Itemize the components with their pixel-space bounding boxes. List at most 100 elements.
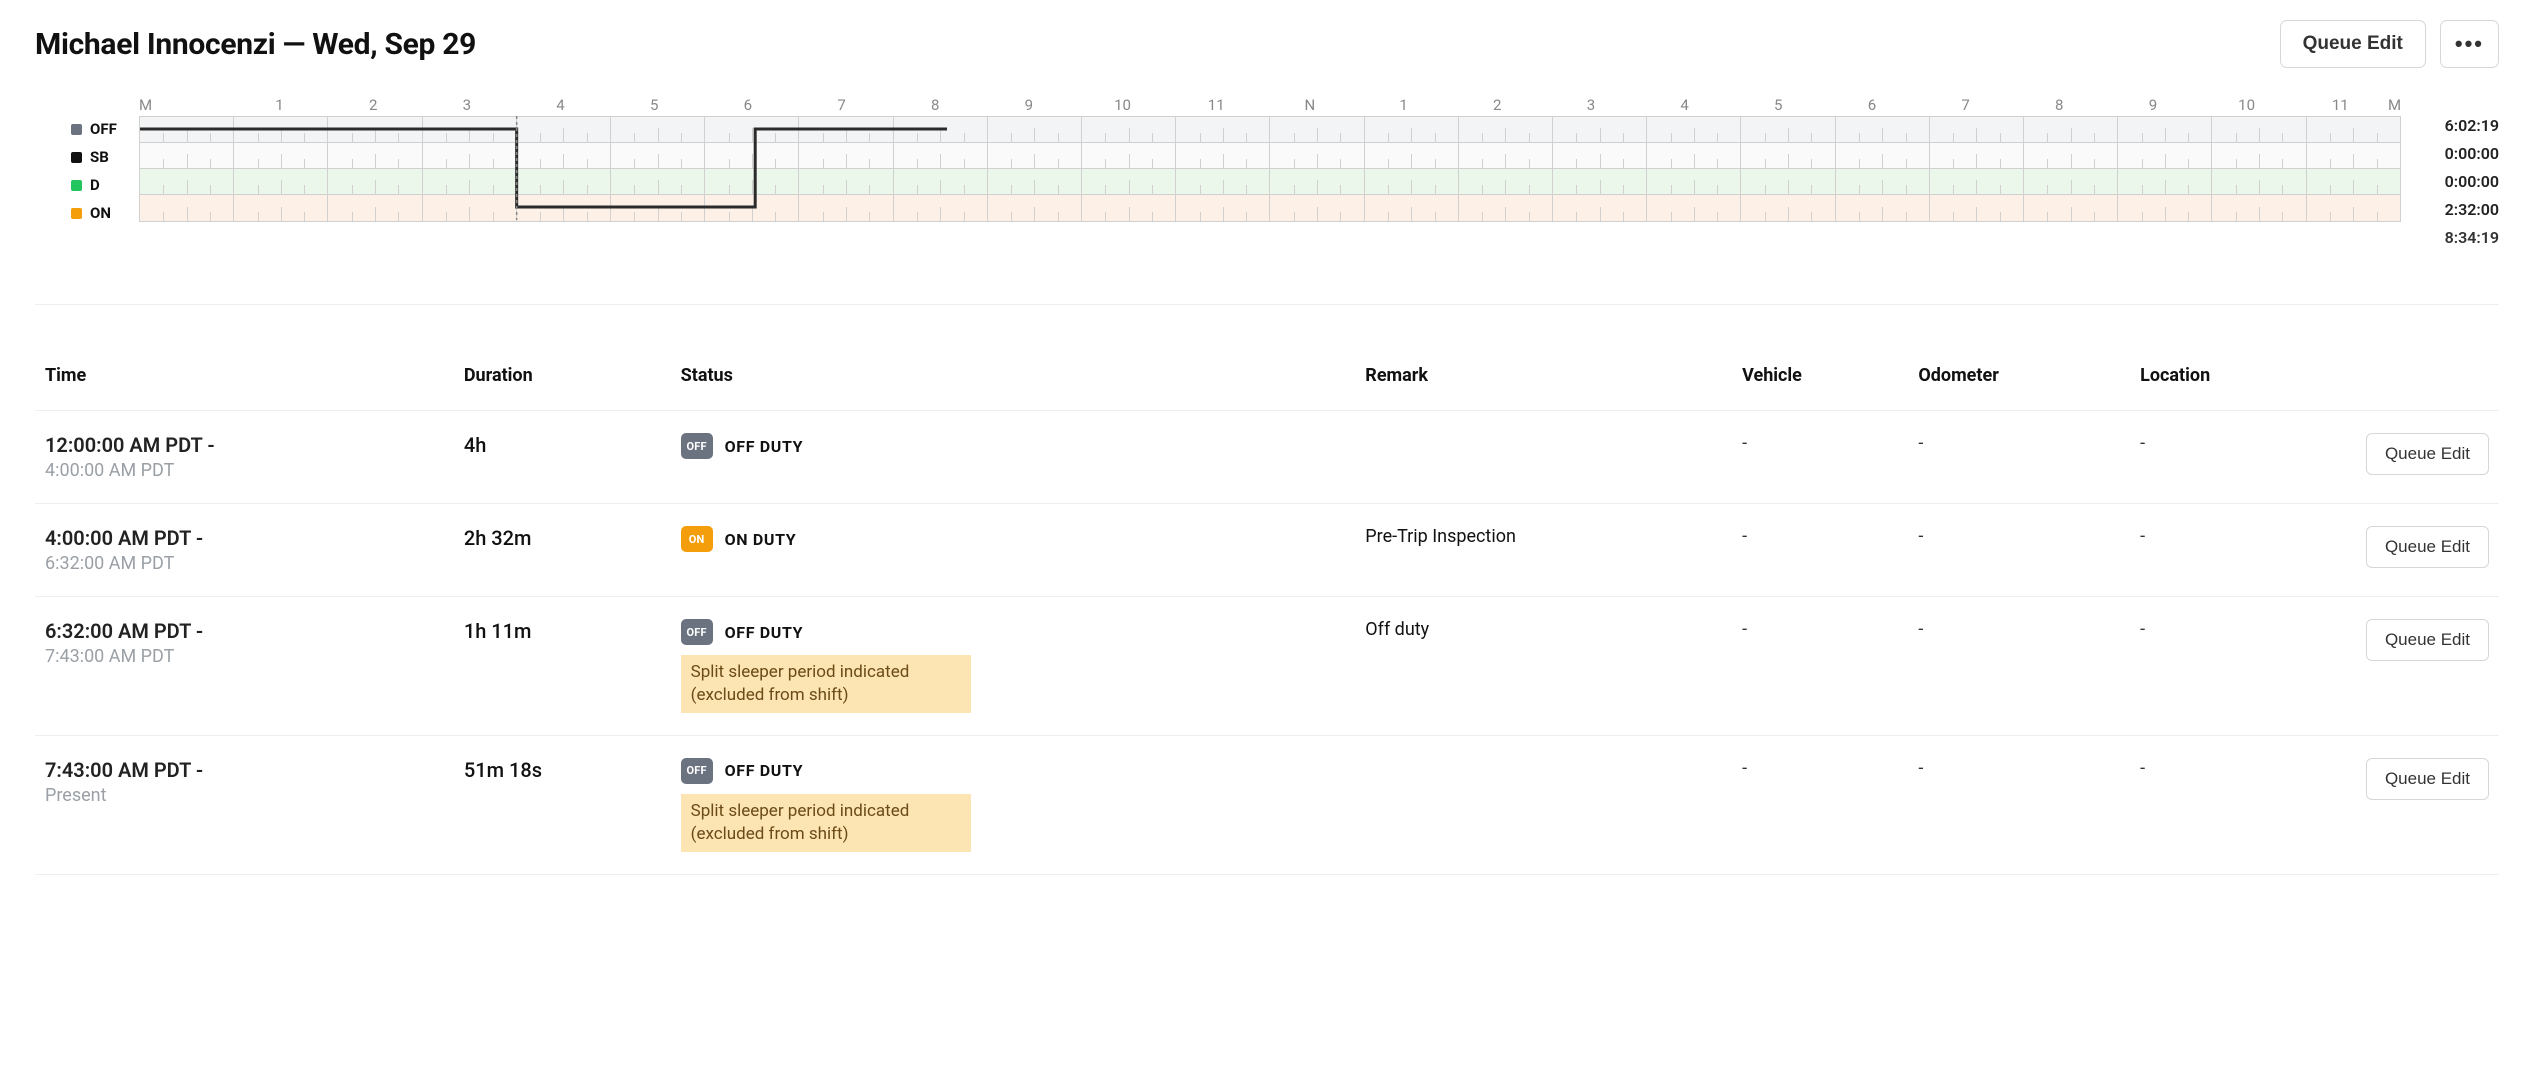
hour-label: 8 bbox=[888, 96, 982, 116]
header-actions: Queue Edit ••• bbox=[2280, 20, 2499, 68]
cell-vehicle: - bbox=[1732, 411, 1908, 504]
cell-vehicle: - bbox=[1732, 735, 1908, 874]
row-queue-edit-button[interactable]: Queue Edit bbox=[2366, 526, 2489, 568]
cell-status: OFFOFF DUTYSplit sleeper period indicate… bbox=[671, 735, 1356, 874]
th-location: Location bbox=[2130, 365, 2329, 411]
graph-row-label-on: ON bbox=[71, 200, 139, 226]
hour-label: 10 bbox=[1076, 96, 1170, 116]
hour-label: 3 bbox=[420, 96, 514, 116]
row-label-text: ON bbox=[90, 204, 111, 222]
lane-on bbox=[140, 195, 2400, 221]
row-queue-edit-button[interactable]: Queue Edit bbox=[2366, 758, 2489, 800]
cell-remark: Off duty bbox=[1355, 597, 1732, 736]
hour-label: 9 bbox=[2106, 96, 2200, 116]
hour-label: 5 bbox=[607, 96, 701, 116]
hour-label: 3 bbox=[1544, 96, 1638, 116]
row-queue-edit-button[interactable]: Queue Edit bbox=[2366, 433, 2489, 475]
more-options-button[interactable]: ••• bbox=[2440, 20, 2499, 68]
cell-location: - bbox=[2130, 597, 2329, 736]
row-label-text: D bbox=[90, 176, 100, 194]
lane-d bbox=[140, 169, 2400, 195]
table-row: 4:00:00 AM PDT -6:32:00 AM PDT2h 32mONON… bbox=[35, 504, 2499, 597]
hour-label: 4 bbox=[514, 96, 608, 116]
cell-duration: 1h 11m bbox=[454, 597, 671, 736]
status-badge: OFF bbox=[681, 758, 713, 784]
duration-d: 0:00:00 bbox=[2401, 172, 2499, 198]
hour-label: 7 bbox=[795, 96, 889, 116]
time-end: 4:00:00 AM PDT bbox=[45, 460, 444, 481]
cell-remark bbox=[1355, 735, 1732, 874]
status-text: OFF DUTY bbox=[725, 437, 804, 456]
table-row: 12:00:00 AM PDT -4:00:00 AM PDT4hOFFOFF … bbox=[35, 411, 2499, 504]
cell-duration: 2h 32m bbox=[454, 504, 671, 597]
row-queue-edit-button[interactable]: Queue Edit bbox=[2366, 619, 2489, 661]
cell-remark: Pre-Trip Inspection bbox=[1355, 504, 1732, 597]
hos-graph: OFFSBDON M1234567891011N1234567891011M 6… bbox=[35, 96, 2499, 256]
hour-label: M bbox=[2387, 96, 2401, 116]
graph-row-label-d: D bbox=[71, 172, 139, 198]
status-badge: ON bbox=[681, 526, 713, 552]
time-start: 4:00:00 AM PDT - bbox=[45, 526, 444, 550]
cell-remark bbox=[1355, 411, 1732, 504]
cell-vehicle: - bbox=[1732, 504, 1908, 597]
th-vehicle: Vehicle bbox=[1732, 365, 1908, 411]
swatch-off bbox=[71, 124, 82, 135]
hour-label: 11 bbox=[2293, 96, 2387, 116]
table-row: 6:32:00 AM PDT -7:43:00 AM PDT1h 11mOFFO… bbox=[35, 597, 2499, 736]
cell-location: - bbox=[2130, 411, 2329, 504]
hour-label: 1 bbox=[1357, 96, 1451, 116]
cell-odometer: - bbox=[1908, 504, 2130, 597]
time-end: 6:32:00 AM PDT bbox=[45, 553, 444, 574]
cell-odometer: - bbox=[1908, 597, 2130, 736]
hour-label: 9 bbox=[982, 96, 1076, 116]
hour-label: 11 bbox=[1169, 96, 1263, 116]
th-status: Status bbox=[671, 365, 1356, 411]
cell-odometer: - bbox=[1908, 411, 2130, 504]
graph-row-label-off: OFF bbox=[71, 116, 139, 142]
cell-location: - bbox=[2130, 735, 2329, 874]
log-table: TimeDurationStatusRemarkVehicleOdometerL… bbox=[35, 365, 2499, 875]
status-badge: OFF bbox=[681, 433, 713, 459]
cell-status: OFF OFF DUTY bbox=[671, 411, 1356, 504]
hour-label: 8 bbox=[2012, 96, 2106, 116]
swatch-sb bbox=[71, 152, 82, 163]
time-end: 7:43:00 AM PDT bbox=[45, 646, 444, 667]
hour-label: 6 bbox=[1825, 96, 1919, 116]
cell-status: ON ON DUTY bbox=[671, 504, 1356, 597]
status-text: OFF DUTY bbox=[725, 761, 804, 780]
cell-status: OFFOFF DUTYSplit sleeper period indicate… bbox=[671, 597, 1356, 736]
graph-row-label-sb: SB bbox=[71, 144, 139, 170]
th-time: Time bbox=[35, 365, 454, 411]
duration-on: 2:32:00 bbox=[2401, 200, 2499, 226]
lane-sb bbox=[140, 143, 2400, 169]
cell-location: - bbox=[2130, 504, 2329, 597]
hour-label: N bbox=[1263, 96, 1357, 116]
status-note: Split sleeper period indicated (excluded… bbox=[681, 655, 971, 713]
cell-duration: 4h bbox=[454, 411, 671, 504]
lane-off bbox=[140, 117, 2400, 143]
cell-duration: 51m 18s bbox=[454, 735, 671, 874]
duration-off: 6:02:19 bbox=[2401, 116, 2499, 142]
th-actions bbox=[2329, 365, 2499, 411]
th-remark: Remark bbox=[1355, 365, 1732, 411]
hour-label: 10 bbox=[2200, 96, 2294, 116]
hour-label: 4 bbox=[1638, 96, 1732, 116]
time-start: 6:32:00 AM PDT - bbox=[45, 619, 444, 643]
time-start: 7:43:00 AM PDT - bbox=[45, 758, 444, 782]
duration-total: 8:34:19 bbox=[2401, 228, 2499, 254]
hour-label: M bbox=[139, 96, 233, 116]
cell-vehicle: - bbox=[1732, 597, 1908, 736]
hour-label: 5 bbox=[1731, 96, 1825, 116]
queue-edit-button[interactable]: Queue Edit bbox=[2280, 20, 2426, 68]
table-row: 7:43:00 AM PDT - Present 51m 18s OFF OFF DUT… bbox=[35, 735, 2499, 874]
swatch-on bbox=[71, 208, 82, 219]
page-title: Michael Innocenzi — Wed, Sep 29 bbox=[35, 27, 476, 62]
status-text: ON DUTY bbox=[725, 530, 797, 549]
hour-label: 2 bbox=[1450, 96, 1544, 116]
status-badge: OFF bbox=[681, 619, 713, 645]
th-duration: Duration bbox=[454, 365, 671, 411]
hour-label: 1 bbox=[233, 96, 327, 116]
swatch-d bbox=[71, 180, 82, 191]
duration-sb: 0:00:00 bbox=[2401, 144, 2499, 170]
time-end: Present bbox=[45, 785, 444, 806]
